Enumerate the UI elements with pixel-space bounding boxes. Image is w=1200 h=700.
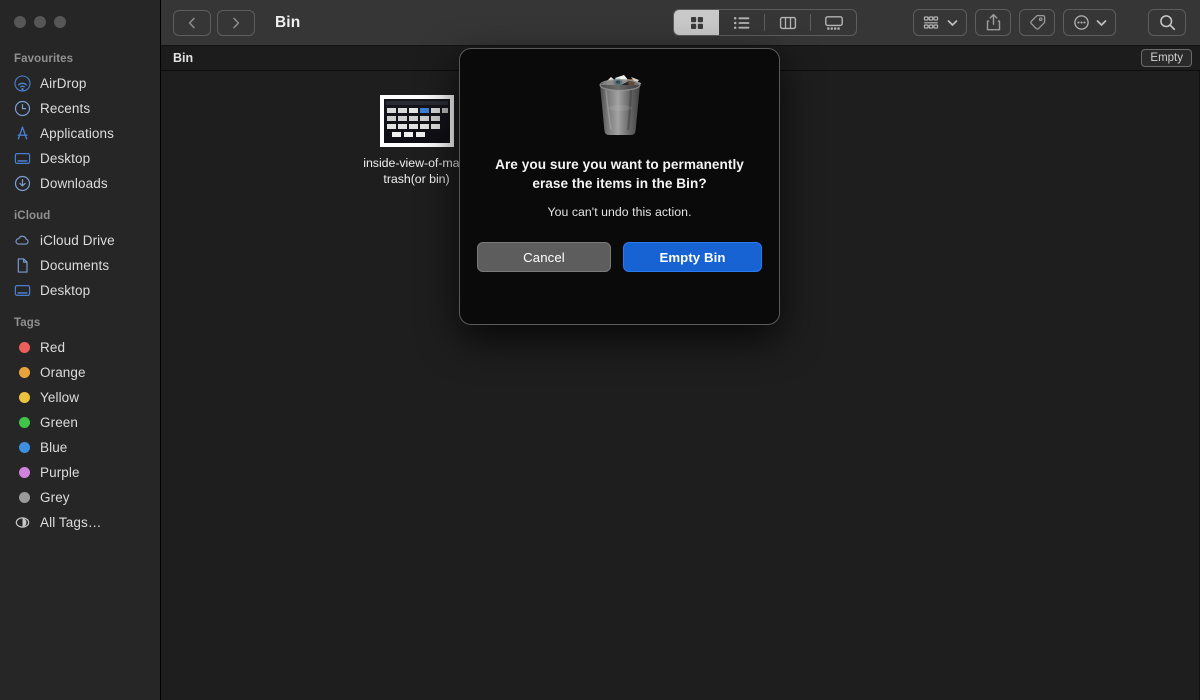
- trash-full-icon: [588, 67, 652, 139]
- empty-bin-button[interactable]: Empty Bin: [623, 242, 762, 272]
- sidebar-item-downloads[interactable]: Downloads: [0, 171, 160, 196]
- tab-list-view[interactable]: [719, 10, 764, 35]
- sidebar-item-tag-red[interactable]: Red: [0, 335, 160, 360]
- file-thumbnail: [379, 85, 454, 147]
- document-icon: [14, 257, 31, 274]
- sidebar-item-tag-purple[interactable]: Purple: [0, 460, 160, 485]
- sidebar-item-label: Desktop: [40, 283, 91, 298]
- sidebar-item-tag-green[interactable]: Green: [0, 410, 160, 435]
- tag-dot-icon: [14, 439, 31, 456]
- sidebar-item-tag-orange[interactable]: Orange: [0, 360, 160, 385]
- tags-button[interactable]: [1019, 9, 1055, 36]
- sidebar-item-label: Yellow: [40, 390, 80, 405]
- page-title: Bin: [275, 13, 301, 31]
- sidebar-item-documents[interactable]: Documents: [0, 253, 160, 278]
- zoom-button[interactable]: [54, 16, 66, 28]
- finder-window: Favourites AirDrop Recents Applications: [0, 0, 1200, 700]
- tab-icon-view[interactable]: [674, 10, 719, 35]
- empty-bin-dialog: Are you sure you want to permanently era…: [459, 48, 780, 325]
- actions-button[interactable]: [1063, 9, 1116, 36]
- desktop-icon: [14, 150, 31, 167]
- sidebar-item-recents[interactable]: Recents: [0, 96, 160, 121]
- sidebar-item-desktop[interactable]: Desktop: [0, 146, 160, 171]
- sidebar-item-label: Documents: [40, 258, 110, 273]
- sidebar-item-label: Orange: [40, 365, 86, 380]
- sidebar-item-label: Applications: [40, 126, 114, 141]
- close-button[interactable]: [14, 16, 26, 28]
- minimize-button[interactable]: [34, 16, 46, 28]
- sidebar-item-label: Downloads: [40, 176, 108, 191]
- sidebar-item-label: All Tags…: [40, 515, 102, 530]
- view-mode-segmented-control: [673, 9, 857, 36]
- search-icon: [1159, 15, 1175, 31]
- sidebar-section-title-tags: Tags: [14, 317, 41, 329]
- traffic-lights: [0, 0, 160, 46]
- tag-dot-icon: [14, 364, 31, 381]
- sidebar-section-favourites: Favourites AirDrop Recents Applications: [0, 53, 160, 196]
- search-button[interactable]: [1148, 9, 1186, 36]
- dialog-subtitle: You can't undo this action.: [547, 205, 692, 219]
- dialog-buttons: Cancel Empty Bin: [477, 242, 762, 272]
- tag-dot-icon: [14, 389, 31, 406]
- empty-button[interactable]: Empty: [1141, 49, 1192, 67]
- sidebar-item-applications[interactable]: Applications: [0, 121, 160, 146]
- chevron-down-icon: [1096, 19, 1107, 26]
- cancel-button[interactable]: Cancel: [477, 242, 611, 272]
- downloads-icon: [14, 175, 31, 192]
- share-button[interactable]: [975, 9, 1011, 36]
- group-by-button[interactable]: [913, 9, 967, 36]
- tag-dot-icon: [14, 339, 31, 356]
- sidebar-section-title-favourites: Favourites: [14, 53, 74, 65]
- tag-dot-icon: [14, 414, 31, 431]
- airdrop-icon: [14, 75, 31, 92]
- applications-icon: [14, 125, 31, 142]
- sidebar-section-title-icloud: iCloud: [14, 210, 51, 222]
- sidebar-item-tag-blue[interactable]: Blue: [0, 435, 160, 460]
- main-area: Bin Bin Empty inside-view-of-mac-trash(o…: [161, 0, 1200, 700]
- navigation-buttons: [173, 9, 255, 36]
- clock-icon: [14, 100, 31, 117]
- sidebar-item-label: Blue: [40, 440, 68, 455]
- chevron-down-icon: [947, 19, 958, 26]
- sidebar: Favourites AirDrop Recents Applications: [0, 0, 161, 700]
- tag-dot-icon: [14, 489, 31, 506]
- desktop-icon: [14, 282, 31, 299]
- sidebar-item-label: iCloud Drive: [40, 233, 115, 248]
- tab-column-view[interactable]: [765, 10, 810, 35]
- dialog-title: Are you sure you want to permanently era…: [495, 157, 744, 191]
- sidebar-item-label: Recents: [40, 101, 91, 116]
- all-tags-icon: [14, 514, 31, 531]
- sidebar-item-label: Desktop: [40, 151, 91, 166]
- sidebar-item-label: Purple: [40, 465, 80, 480]
- sidebar-item-tag-yellow[interactable]: Yellow: [0, 385, 160, 410]
- sidebar-item-label: Green: [40, 415, 79, 430]
- sidebar-item-label: AirDrop: [40, 76, 87, 91]
- sidebar-item-airdrop[interactable]: AirDrop: [0, 71, 160, 96]
- forward-button[interactable]: [217, 9, 255, 36]
- cloud-icon: [14, 232, 31, 249]
- breadcrumb: Bin: [173, 51, 194, 65]
- tag-dot-icon: [14, 464, 31, 481]
- toolbar: Bin: [161, 0, 1200, 46]
- sidebar-section-icloud: iCloud iCloud Drive Documents Desktop: [0, 210, 160, 303]
- sidebar-item-label: Red: [40, 340, 66, 355]
- back-button[interactable]: [173, 9, 211, 36]
- sidebar-item-all-tags[interactable]: All Tags…: [0, 510, 160, 535]
- sidebar-item-desktop-icloud[interactable]: Desktop: [0, 278, 160, 303]
- sidebar-item-tag-grey[interactable]: Grey: [0, 485, 160, 510]
- tab-gallery-view[interactable]: [811, 10, 856, 35]
- sidebar-section-tags: Tags Red Orange Yellow Green Blue Purple…: [0, 317, 160, 535]
- sidebar-item-label: Grey: [40, 490, 70, 505]
- sidebar-item-icloud-drive[interactable]: iCloud Drive: [0, 228, 160, 253]
